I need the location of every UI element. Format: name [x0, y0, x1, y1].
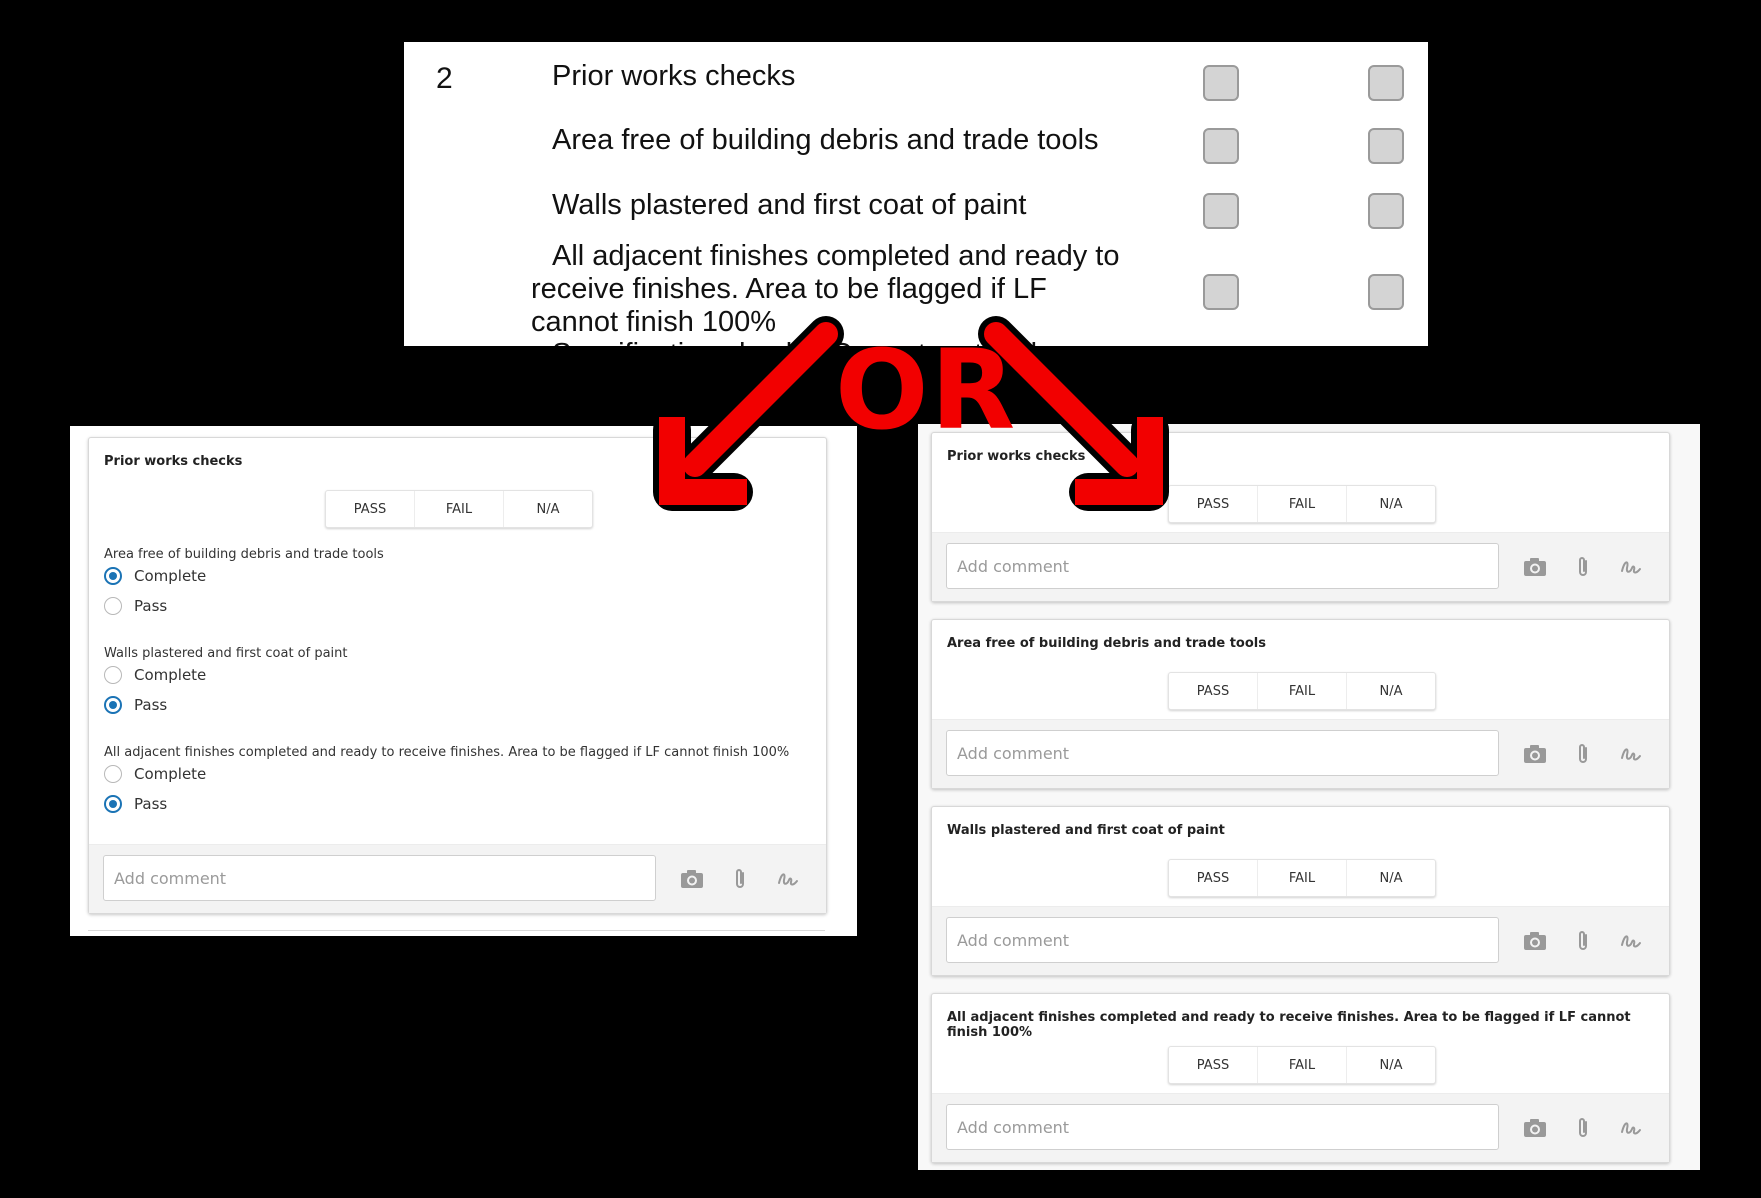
add-comment-input[interactable]	[946, 1104, 1499, 1150]
signature-icon[interactable]	[1617, 1114, 1645, 1142]
fail-button[interactable]: FAIL	[1258, 860, 1347, 896]
camera-icon[interactable]	[1521, 740, 1549, 768]
card-title: Walls plastered and first coat of paint	[947, 823, 1225, 838]
radio-option-complete[interactable]: Complete	[104, 666, 206, 684]
radio-option-complete[interactable]: Complete	[104, 567, 206, 585]
comment-bar	[932, 1093, 1669, 1162]
paperclip-icon[interactable]	[1569, 553, 1597, 581]
card-title: Area free of building debris and trade t…	[947, 636, 1266, 651]
paper-checkbox[interactable]	[1368, 193, 1404, 229]
comment-bar	[932, 906, 1669, 975]
paper-checkbox[interactable]	[1203, 65, 1239, 101]
radio-option-pass[interactable]: Pass	[104, 696, 167, 714]
na-button[interactable]: N/A	[1347, 860, 1435, 896]
paper-row-label-line: receive finishes. Area to be flagged if …	[531, 273, 1047, 305]
paperclip-icon[interactable]	[1569, 1114, 1597, 1142]
next-card-edge	[88, 930, 825, 936]
radio-button[interactable]	[104, 795, 122, 813]
paper-checkbox[interactable]	[1203, 193, 1239, 229]
pass-fail-na-toggle: PASS FAIL N/A	[1168, 672, 1436, 710]
signature-icon[interactable]	[1617, 553, 1645, 581]
paper-checkbox[interactable]	[1368, 65, 1404, 101]
radio-label: Pass	[134, 795, 168, 813]
paper-checkbox[interactable]	[1368, 274, 1404, 310]
check-item-card: Walls plastered and first coat of paint …	[931, 806, 1670, 976]
or-divider-label: OR	[835, 326, 1018, 454]
radio-option-pass[interactable]: Pass	[104, 597, 167, 615]
camera-icon[interactable]	[1521, 553, 1549, 581]
na-button[interactable]: N/A	[1347, 486, 1435, 522]
paperclip-icon[interactable]	[726, 865, 754, 893]
pass-fail-na-toggle: PASS FAIL N/A	[1168, 1046, 1436, 1084]
radio-option-complete[interactable]: Complete	[104, 765, 206, 783]
fail-button[interactable]: FAIL	[1258, 673, 1347, 709]
grouped-check-card: Prior works checks PASS FAIL N/A Area fr…	[88, 437, 827, 914]
add-comment-input[interactable]	[946, 543, 1499, 589]
camera-icon[interactable]	[1521, 1114, 1549, 1142]
paperclip-icon[interactable]	[1569, 740, 1597, 768]
pass-button[interactable]: PASS	[1169, 673, 1258, 709]
camera-icon[interactable]	[1521, 927, 1549, 955]
paper-row-label: Walls plastered and first coat of paint	[552, 189, 1027, 221]
right-form-panel: Prior works checks PASS FAIL N/A Area fr…	[918, 424, 1700, 1170]
paper-row-label-line: cannot finish 100%	[531, 306, 777, 338]
pass-button[interactable]: PASS	[326, 491, 415, 527]
section-number: 2	[436, 62, 453, 95]
comment-bar	[932, 532, 1669, 601]
signature-icon[interactable]	[774, 865, 802, 893]
pass-fail-na-toggle: PASS FAIL N/A	[325, 490, 593, 528]
na-button[interactable]: N/A	[1347, 1047, 1435, 1083]
check-item-card: Prior works checks PASS FAIL N/A	[931, 432, 1670, 602]
add-comment-input[interactable]	[946, 730, 1499, 776]
fail-button[interactable]: FAIL	[415, 491, 504, 527]
na-button[interactable]: N/A	[504, 491, 592, 527]
signature-icon[interactable]	[1617, 927, 1645, 955]
pass-button[interactable]: PASS	[1169, 486, 1258, 522]
paper-checkbox[interactable]	[1368, 128, 1404, 164]
comment-bar	[89, 844, 826, 913]
paper-checkbox[interactable]	[1203, 274, 1239, 310]
radio-label: Complete	[134, 666, 207, 684]
fail-button[interactable]: FAIL	[1258, 1047, 1347, 1083]
paper-row-label: Area free of building debris and trade t…	[552, 124, 1099, 156]
add-comment-input[interactable]	[946, 917, 1499, 963]
card-title: Prior works checks	[104, 454, 243, 469]
check-item-card: All adjacent finishes completed and read…	[931, 993, 1670, 1163]
comment-bar	[932, 719, 1669, 788]
radio-button[interactable]	[104, 567, 122, 585]
radio-button[interactable]	[104, 765, 122, 783]
paper-checkbox[interactable]	[1203, 128, 1239, 164]
question-label: Walls plastered and first coat of paint	[104, 646, 348, 661]
question-label: All adjacent finishes completed and read…	[104, 745, 790, 760]
paper-form-excerpt: 2 Prior works checks Area free of buildi…	[404, 42, 1428, 346]
paper-row-label-line: All adjacent finishes completed and read…	[552, 240, 1120, 272]
radio-label: Pass	[134, 696, 168, 714]
radio-label: Pass	[134, 597, 168, 615]
radio-button[interactable]	[104, 666, 122, 684]
paperclip-icon[interactable]	[1569, 927, 1597, 955]
signature-icon[interactable]	[1617, 740, 1645, 768]
check-item-card: Area free of building debris and trade t…	[931, 619, 1670, 789]
question-label: Area free of building debris and trade t…	[104, 547, 384, 562]
add-comment-input[interactable]	[103, 855, 656, 901]
pass-button[interactable]: PASS	[1169, 1047, 1258, 1083]
camera-icon[interactable]	[678, 865, 706, 893]
pass-fail-na-toggle: PASS FAIL N/A	[1168, 485, 1436, 523]
paper-row-label: Prior works checks	[552, 60, 796, 92]
na-button[interactable]: N/A	[1347, 673, 1435, 709]
card-title: All adjacent finishes completed and read…	[947, 1010, 1631, 1040]
radio-option-pass[interactable]: Pass	[104, 795, 167, 813]
radio-label: Complete	[134, 765, 207, 783]
left-form-panel: Prior works checks PASS FAIL N/A Area fr…	[70, 426, 857, 936]
pass-fail-na-toggle: PASS FAIL N/A	[1168, 859, 1436, 897]
radio-label: Complete	[134, 567, 207, 585]
radio-button[interactable]	[104, 597, 122, 615]
pass-button[interactable]: PASS	[1169, 860, 1258, 896]
radio-button[interactable]	[104, 696, 122, 714]
fail-button[interactable]: FAIL	[1258, 486, 1347, 522]
